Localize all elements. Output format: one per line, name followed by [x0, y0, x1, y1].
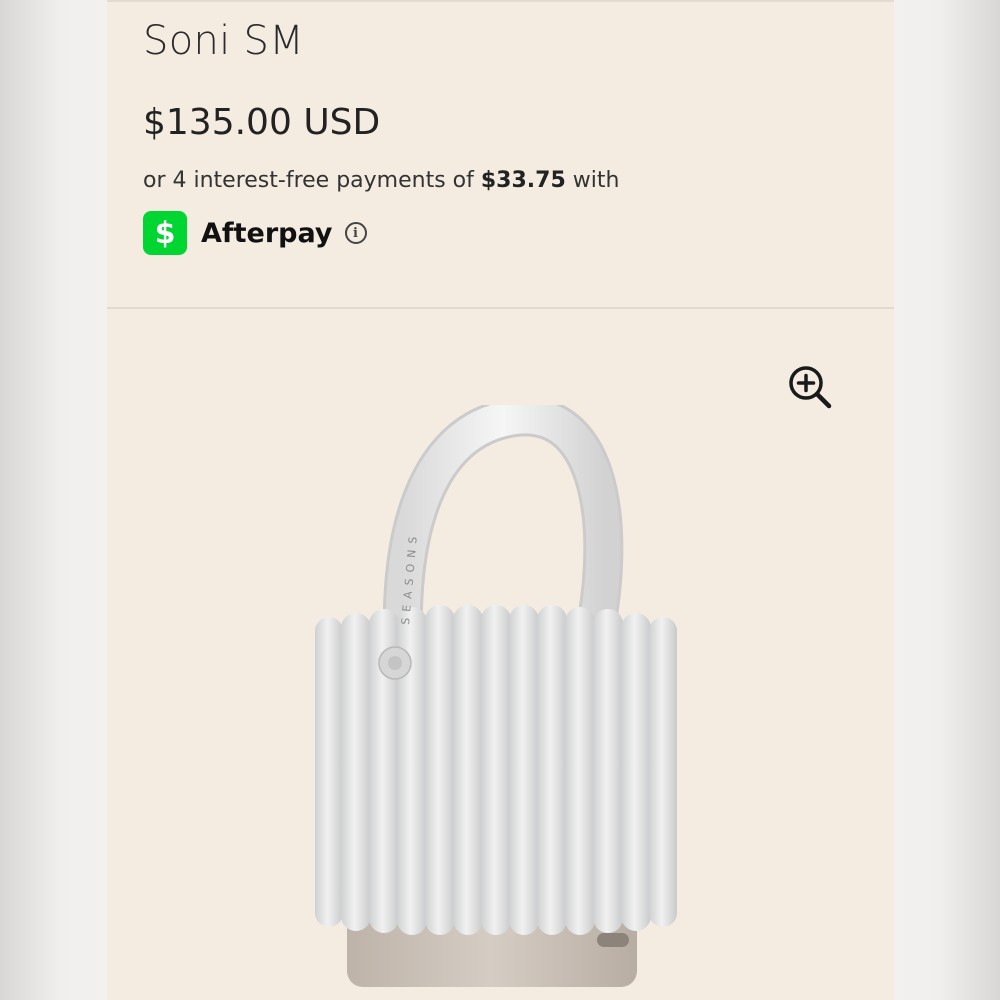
zoom-in-icon	[789, 366, 832, 409]
product-title: Soni SM	[143, 18, 305, 64]
lantern-body	[315, 605, 677, 935]
afterpay-label: Afterpay	[201, 217, 333, 249]
installment-text: or 4 interest-free payments of $33.75 wi…	[143, 168, 619, 193]
installment-amount: $33.75	[480, 168, 566, 193]
product-page: Soni SM $135.00 USD or 4 interest-free p…	[107, 0, 894, 1000]
afterpay-row: $ Afterpay i	[143, 210, 367, 256]
product-image[interactable]: SEASONS	[297, 396, 717, 1000]
lantern-illustration: SEASONS	[315, 396, 677, 987]
section-divider	[107, 307, 894, 309]
installment-suffix: with	[565, 168, 620, 193]
installment-prefix: or 4 interest-free payments of	[143, 168, 481, 193]
top-border	[107, 0, 894, 2]
cash-app-icon: $	[143, 211, 187, 255]
info-icon[interactable]: i	[344, 222, 367, 244]
product-price: $135.00 USD	[143, 102, 381, 143]
screenshot-frame: Soni SM $135.00 USD or 4 interest-free p…	[0, 0, 1000, 1000]
zoom-in-button[interactable]	[787, 364, 835, 412]
